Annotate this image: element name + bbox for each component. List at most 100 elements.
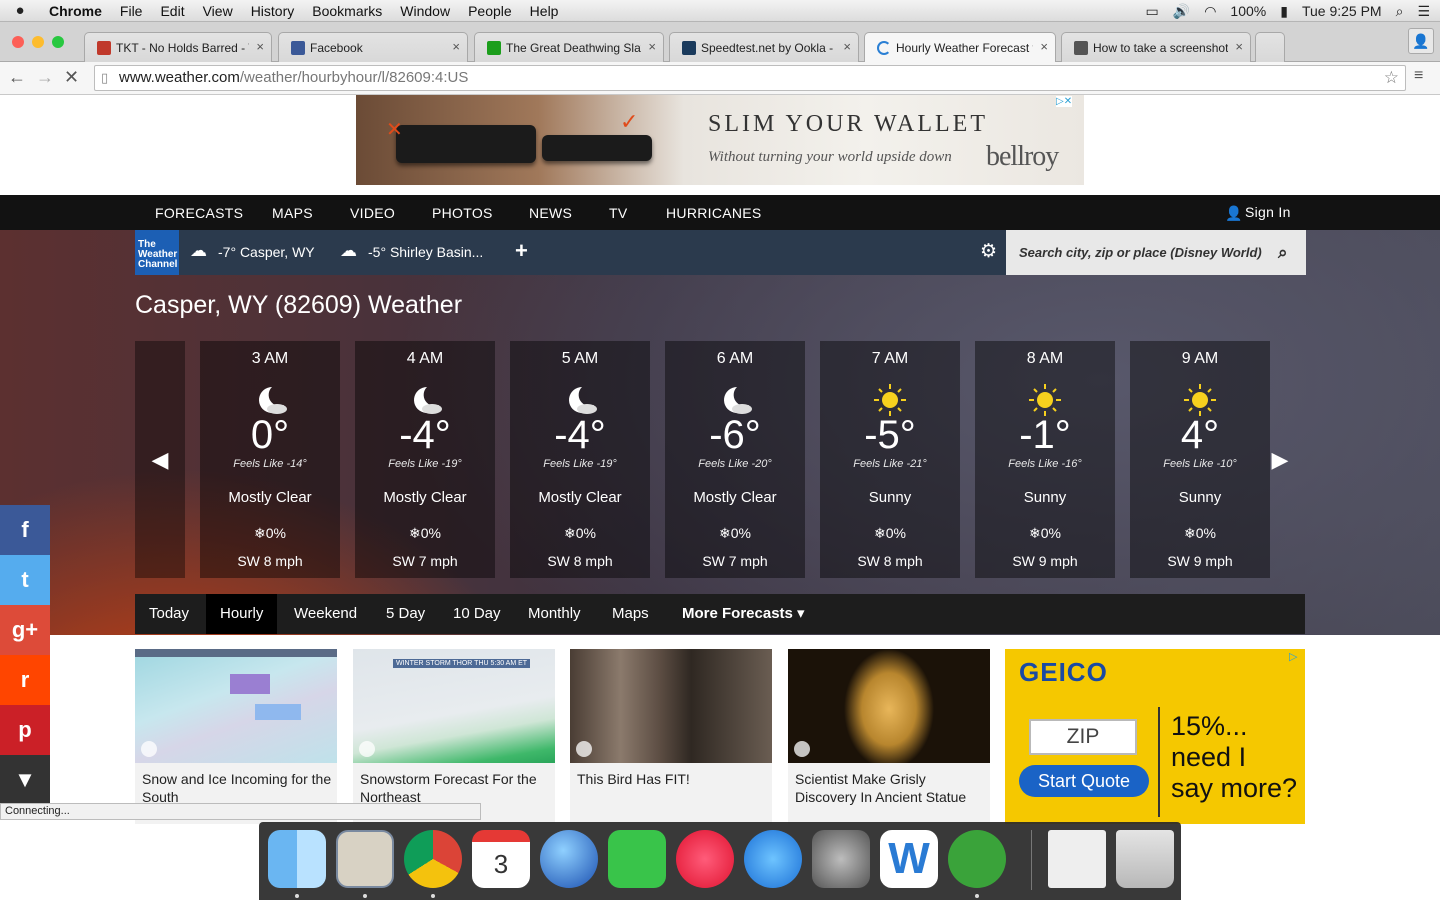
nav-forecasts[interactable]: FORECASTS xyxy=(155,205,243,221)
video-card[interactable]: WINTER STORM THOR THU 5:30 AM ET Snowsto… xyxy=(353,649,555,824)
play-icon[interactable] xyxy=(359,741,375,757)
hour-card[interactable]: 5 AM -4° Feels Like -19° Mostly Clear ❄0… xyxy=(510,341,650,578)
calendar-icon[interactable]: 3 xyxy=(472,830,530,888)
nav-tv[interactable]: TV xyxy=(609,205,628,221)
user-icon[interactable]: 👤 xyxy=(1225,205,1243,222)
hour-card[interactable]: 7 AM -5° Feels Like -21° Sunny ❄0% SW 8 … xyxy=(820,341,960,578)
app-store-icon[interactable] xyxy=(744,830,802,888)
bookmark-star-icon[interactable]: ☆ xyxy=(1384,66,1399,90)
twc-logo[interactable]: The Weather Channel xyxy=(135,230,179,275)
tab-more-forecasts[interactable]: More Forecasts ▾ xyxy=(668,594,819,634)
google-plus-share-icon[interactable]: g+ xyxy=(0,605,50,655)
tab-10-day[interactable]: 10 Day xyxy=(439,594,515,634)
trash-icon[interactable] xyxy=(1116,830,1174,888)
video-card[interactable]: Scientist Make Grisly Discovery In Ancie… xyxy=(788,649,990,824)
location-search-input[interactable]: Search city, zip or place (Disney World)… xyxy=(1006,230,1306,275)
adchoices-icon[interactable]: ▷ xyxy=(1289,650,1297,663)
play-icon[interactable] xyxy=(576,741,592,757)
play-icon[interactable] xyxy=(141,741,157,757)
pinterest-share-icon[interactable]: p xyxy=(0,705,50,755)
forward-button[interactable]: → xyxy=(36,67,54,88)
nav-maps[interactable]: MAPS xyxy=(272,205,313,221)
google-earth-icon[interactable] xyxy=(540,830,598,888)
apple-icon[interactable]: ● xyxy=(0,2,40,19)
stop-button[interactable]: ✕ xyxy=(64,67,79,88)
battery-icon[interactable]: ▮ xyxy=(1280,3,1288,20)
next-hours-button[interactable]: ▶ xyxy=(1255,341,1305,578)
back-button[interactable]: ← xyxy=(8,67,26,88)
airplay-icon[interactable]: ▭ xyxy=(1146,3,1159,20)
hour-card[interactable]: 9 AM 4° Feels Like -10° Sunny ❄0% SW 9 m… xyxy=(1130,341,1270,578)
collapse-share-icon[interactable]: ▼ xyxy=(0,755,50,805)
facebook-share-icon[interactable]: f xyxy=(0,505,50,555)
twitter-share-icon[interactable]: t xyxy=(0,555,50,605)
word-icon[interactable]: W xyxy=(880,830,938,888)
search-icon[interactable]: ⌕ xyxy=(1278,230,1288,275)
utorrent-icon[interactable] xyxy=(948,830,1006,888)
wifi-icon[interactable]: ◠ xyxy=(1204,3,1216,20)
documents-stack-icon[interactable] xyxy=(1048,830,1106,888)
nav-news[interactable]: NEWS xyxy=(529,205,572,221)
finder-icon[interactable] xyxy=(268,830,326,888)
battery-percent[interactable]: 100% xyxy=(1230,3,1266,19)
tab-deathwing[interactable]: The Great Deathwing Slaye × xyxy=(474,32,664,62)
close-tab-icon[interactable]: × xyxy=(648,39,656,54)
hour-card[interactable]: 3 AM 0° Feels Like -14° Mostly Clear ❄0%… xyxy=(200,341,340,578)
facetime-icon[interactable] xyxy=(608,830,666,888)
notification-center-icon[interactable]: ☰ xyxy=(1417,3,1430,20)
chrome-icon[interactable] xyxy=(404,830,462,888)
tab-monthly[interactable]: Monthly xyxy=(514,594,595,634)
hour-card[interactable]: 8 AM -1° Feels Like -16° Sunny ❄0% SW 9 … xyxy=(975,341,1115,578)
nav-photos[interactable]: PHOTOS xyxy=(432,205,493,221)
hour-card[interactable]: 4 AM -4° Feels Like -19° Mostly Clear ❄0… xyxy=(355,341,495,578)
menu-history[interactable]: History xyxy=(242,3,304,19)
chrome-menu-icon[interactable]: ≡ xyxy=(1414,67,1423,85)
close-tab-icon[interactable]: × xyxy=(452,39,460,54)
start-quote-button[interactable]: Start Quote xyxy=(1019,765,1149,797)
menu-window[interactable]: Window xyxy=(391,3,459,19)
menu-edit[interactable]: Edit xyxy=(151,3,193,19)
video-card[interactable]: Snow and Ice Incoming for the South xyxy=(135,649,337,824)
sign-in-link[interactable]: Sign In xyxy=(1245,204,1291,220)
settings-gear-icon[interactable]: ⚙ xyxy=(980,240,997,263)
menu-help[interactable]: Help xyxy=(521,3,568,19)
tab-today[interactable]: Today xyxy=(135,594,203,634)
address-bar[interactable]: ▯ www.weather.com/weather/hourbyhour/l/8… xyxy=(94,65,1406,91)
menu-app[interactable]: Chrome xyxy=(40,3,111,19)
tab-maps[interactable]: Maps xyxy=(598,594,663,634)
zoom-window-button[interactable] xyxy=(52,36,64,48)
zip-input[interactable]: ZIP xyxy=(1029,719,1137,755)
clock[interactable]: Tue 9:25 PM xyxy=(1302,3,1382,19)
system-preferences-icon[interactable] xyxy=(812,830,870,888)
close-tab-icon[interactable]: × xyxy=(1040,39,1048,54)
saved-location-1[interactable]: -7° Casper, WY xyxy=(218,244,315,260)
volume-icon[interactable]: 🔊 xyxy=(1173,3,1190,20)
video-card[interactable]: This Bird Has FIT! xyxy=(570,649,772,824)
tab-hourly[interactable]: Hourly xyxy=(206,594,278,634)
ad-banner-bellroy[interactable]: ✕ ✓ SLIM YOUR WALLET Without turning you… xyxy=(356,95,1084,185)
close-window-button[interactable] xyxy=(12,36,24,48)
geico-ad[interactable]: GEICO ▷ ZIP Start Quote 15%... need I sa… xyxy=(1005,649,1305,824)
menu-people[interactable]: People xyxy=(459,3,521,19)
profile-icon[interactable]: 👤 xyxy=(1408,28,1434,54)
spotlight-icon[interactable]: ⌕ xyxy=(1396,3,1404,20)
nav-video[interactable]: VIDEO xyxy=(350,205,395,221)
hour-card[interactable]: 6 AM -6° Feels Like -20° Mostly Clear ❄0… xyxy=(665,341,805,578)
tab-speedtest[interactable]: Speedtest.net by Ookla - T × xyxy=(669,32,859,62)
itunes-icon[interactable] xyxy=(676,830,734,888)
menu-file[interactable]: File xyxy=(111,3,152,19)
add-location-button[interactable]: + xyxy=(515,238,528,264)
tab-facebook[interactable]: Facebook × xyxy=(278,32,468,62)
tab-weekend[interactable]: Weekend xyxy=(280,594,371,634)
new-tab-button[interactable] xyxy=(1255,32,1285,62)
close-tab-icon[interactable]: × xyxy=(843,39,851,54)
reddit-share-icon[interactable]: r xyxy=(0,655,50,705)
mail-icon[interactable] xyxy=(336,830,394,888)
minimize-window-button[interactable] xyxy=(32,36,44,48)
saved-location-2[interactable]: -5° Shirley Basin... xyxy=(368,244,483,260)
adchoices-icon[interactable]: ▷✕ xyxy=(1056,96,1073,107)
tab-tkt[interactable]: TKT - No Holds Barred - T × xyxy=(84,32,272,62)
tab-weather[interactable]: Hourly Weather Forecast fo × xyxy=(864,32,1056,62)
play-icon[interactable] xyxy=(794,741,810,757)
tab-screenshot[interactable]: How to take a screenshot o × xyxy=(1061,32,1251,62)
